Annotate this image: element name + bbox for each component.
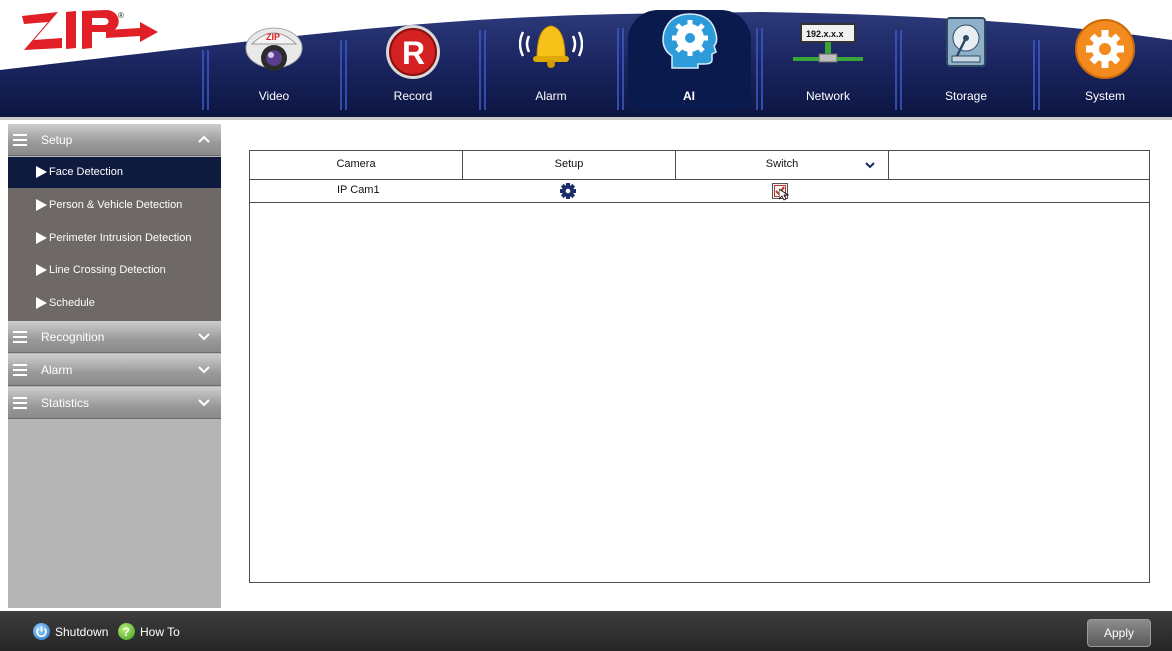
top-navigation-bar: ® ZIP Video R Record Alarm AI 192.x.x.x … [0, 0, 1172, 120]
menu-icon [13, 331, 27, 344]
alarm-bell-icon [519, 25, 583, 68]
sidebar-item-line-crossing-detection[interactable]: Line Crossing Detection [8, 255, 221, 286]
sidebar-section-label: Setup [41, 133, 73, 147]
setup-submenu: Face Detection Person & Vehicle Detectio… [8, 157, 221, 321]
header-divider [0, 117, 1172, 120]
tab-label-video: Video [258, 89, 290, 103]
sidebar-section-statistics[interactable]: Statistics [8, 387, 221, 419]
chevron-down-icon [198, 399, 210, 407]
menu-icon [13, 134, 27, 147]
triangle-right-icon [36, 232, 47, 244]
how-to-button[interactable]: ? How To [118, 623, 188, 641]
tab-ai[interactable]: AI [620, 0, 758, 118]
tab-record[interactable]: R Record [344, 0, 482, 118]
sidebar-item-label: Line Crossing Detection [49, 264, 166, 276]
menu-icon [13, 397, 27, 410]
tab-system[interactable]: System [1036, 0, 1172, 118]
apply-button[interactable]: Apply [1087, 619, 1151, 647]
tab-label-network: Network [805, 89, 850, 103]
zip-logo: ® [22, 10, 158, 50]
sidebar: Setup Face Detection Person & Vehicle De… [8, 124, 221, 608]
chevron-down-icon [198, 366, 210, 374]
sidebar-item-face-detection[interactable]: Face Detection [8, 157, 221, 188]
triangle-right-icon [36, 199, 47, 211]
sidebar-item-perimeter-intrusion-detection[interactable]: Perimeter Intrusion Detection [8, 223, 221, 254]
header-divider [250, 179, 1149, 180]
bottom-bar: Shutdown ? How To [0, 611, 1172, 651]
sidebar-item-person-vehicle-detection[interactable]: Person & Vehicle Detection [8, 190, 221, 221]
tab-video[interactable]: ZIP Video [205, 0, 343, 118]
switch-checkbox[interactable] [772, 183, 789, 201]
shutdown-button[interactable]: Shutdown [33, 623, 113, 641]
ai-head-gear-icon [662, 13, 718, 69]
sidebar-section-label: Recognition [41, 330, 105, 344]
svg-text:R: R [402, 35, 425, 71]
network-icon: 192.x.x.x [793, 23, 863, 63]
menu-icon [13, 364, 27, 377]
sidebar-item-label: Perimeter Intrusion Detection [49, 232, 192, 244]
how-to-label: How To [140, 625, 180, 639]
hard-drive-icon [946, 17, 986, 67]
switch-header-label: Switch [765, 158, 799, 170]
tab-label-record: Record [393, 89, 433, 103]
column-header-switch[interactable]: Switch [676, 151, 889, 179]
help-icon: ? [118, 623, 135, 640]
record-icon: R [386, 25, 440, 79]
chevron-down-icon[interactable] [865, 160, 875, 170]
tab-label-storage: Storage [944, 89, 988, 103]
mouse-cursor-icon [779, 189, 789, 201]
camera-name-cell: IP Cam1 [337, 184, 380, 196]
system-gear-icon [1075, 19, 1135, 79]
row-divider [250, 202, 1149, 203]
sidebar-item-label: Person & Vehicle Detection [49, 199, 183, 211]
svg-text:192.x.x.x: 192.x.x.x [806, 29, 844, 39]
camera-ai-table: Camera Setup Switch IP Cam1 [249, 150, 1150, 583]
sidebar-section-alarm[interactable]: Alarm [8, 354, 221, 386]
svg-text:?: ? [123, 625, 130, 639]
chevron-up-icon [198, 135, 210, 143]
tab-label-alarm: Alarm [535, 89, 567, 103]
sidebar-section-label: Statistics [41, 396, 90, 410]
column-header-setup: Setup [463, 151, 676, 179]
triangle-right-icon [36, 264, 47, 276]
tab-storage[interactable]: Storage [897, 0, 1035, 118]
sidebar-item-schedule[interactable]: Schedule [8, 288, 221, 319]
triangle-right-icon [36, 297, 47, 309]
triangle-right-icon [36, 166, 47, 178]
power-icon [33, 623, 50, 640]
gear-icon[interactable] [559, 182, 577, 200]
sidebar-section-label: Alarm [41, 363, 73, 377]
sidebar-section-setup[interactable]: Setup [8, 124, 221, 156]
tab-label-ai: AI [683, 89, 695, 103]
svg-text:®: ® [118, 11, 124, 20]
column-header-camera: Camera [250, 151, 463, 179]
sidebar-item-label: Face Detection [49, 166, 123, 178]
camera-icon: ZIP [245, 27, 303, 71]
sidebar-section-recognition[interactable]: Recognition [8, 321, 221, 353]
sidebar-item-label: Schedule [49, 297, 95, 309]
chevron-down-icon [198, 333, 210, 341]
shutdown-label: Shutdown [55, 625, 109, 639]
tab-label-system: System [1084, 89, 1125, 103]
tab-alarm[interactable]: Alarm [482, 0, 620, 118]
svg-text:ZIP: ZIP [266, 32, 280, 42]
tab-network[interactable]: 192.x.x.x Network [759, 0, 897, 118]
